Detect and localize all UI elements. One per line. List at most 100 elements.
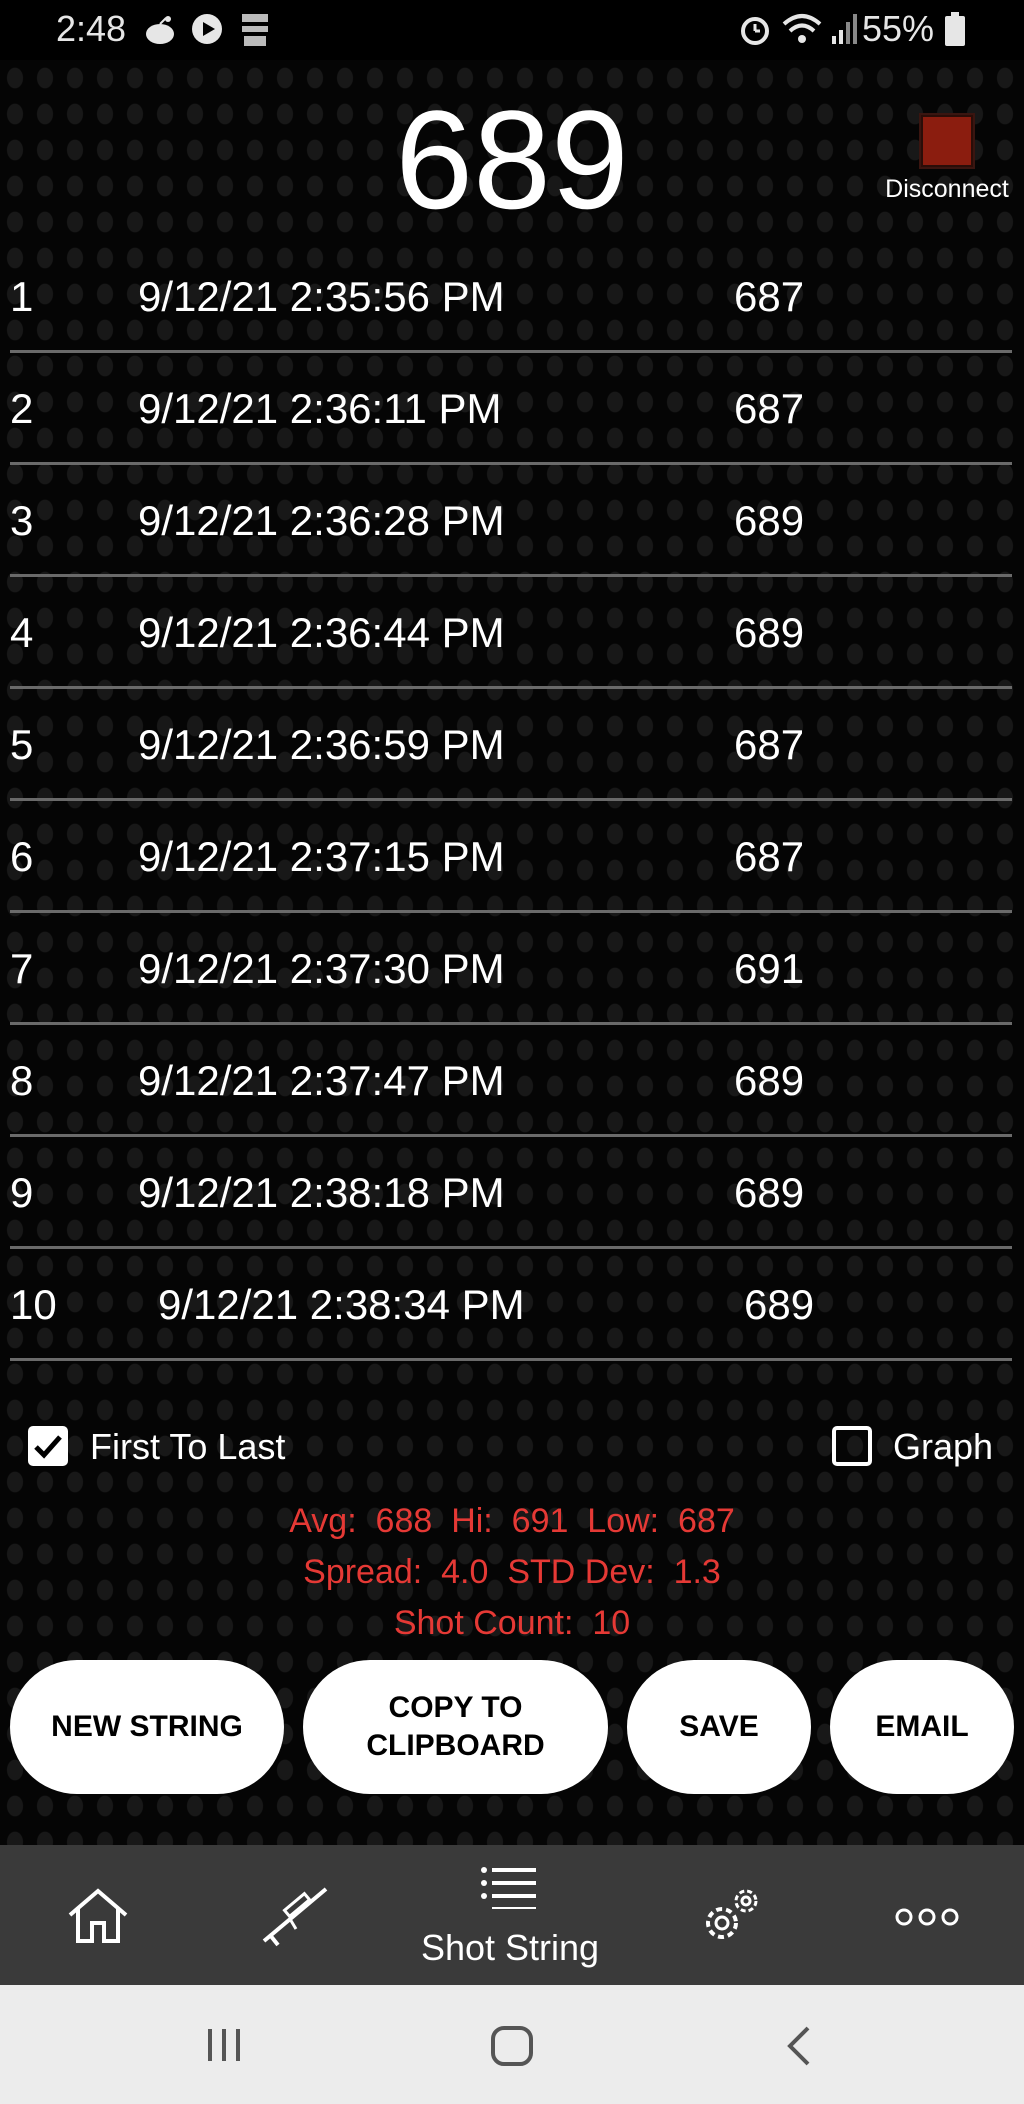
battery-icon	[945, 12, 965, 46]
new-string-label: NEW STRING	[51, 1710, 243, 1743]
shot-row[interactable]: 8 9/12/21 2:37:47 PM 689	[10, 1025, 1012, 1137]
shot-velocity: 689	[734, 497, 805, 544]
shot-velocity: 687	[734, 385, 805, 432]
shot-row[interactable]: 5 9/12/21 2:36:59 PM 687	[10, 689, 1012, 801]
shot-timestamp: 9/12/21 2:37:47 PM	[138, 1057, 505, 1104]
list-icon	[481, 1867, 536, 1909]
shot-index: 10	[10, 1281, 57, 1328]
low-label: Low:	[587, 1502, 660, 1540]
shot-index: 8	[10, 1057, 34, 1104]
shot-row[interactable]: 10 9/12/21 2:38:34 PM 689	[10, 1249, 1012, 1361]
status-time: 2:48	[56, 8, 127, 49]
controls-panel: First To Last Graph Avg: 688 Hi: 691 Low…	[0, 1420, 1024, 1642]
avg-value: 688	[375, 1502, 433, 1540]
shot-timestamp: 9/12/21 2:36:59 PM	[138, 721, 505, 768]
nav-shot-string[interactable]: Shot String	[380, 1845, 640, 1985]
shot-velocity: 687	[734, 273, 805, 320]
shot-timestamp: 9/12/21 2:37:15 PM	[138, 833, 505, 880]
disconnect-button[interactable]: Disconnect	[882, 115, 1012, 204]
shot-velocity: 691	[734, 945, 805, 992]
shot-velocity: 689	[734, 1057, 805, 1104]
shot-index: 6	[10, 833, 34, 880]
shot-index: 4	[10, 609, 34, 656]
shot-index: 2	[10, 385, 34, 432]
system-nav-bar	[0, 1985, 1024, 2104]
settings-gears-icon	[706, 1889, 758, 1939]
copy-to-clipboard-button[interactable]: COPY TO CLIPBOARD	[303, 1660, 608, 1794]
current-velocity: 689	[395, 81, 629, 238]
save-label: SAVE	[679, 1710, 759, 1743]
email-label: EMAIL	[875, 1710, 969, 1743]
shot-velocity: 687	[734, 833, 805, 880]
wifi-icon	[782, 14, 822, 43]
action-buttons: NEW STRING COPY TO CLIPBOARD SAVE EMAIL	[0, 1660, 1024, 1794]
nav-settings[interactable]	[682, 1845, 778, 1985]
options-row: First To Last Graph	[0, 1420, 1024, 1480]
shot-timestamp: 9/12/21 2:36:44 PM	[138, 609, 505, 656]
shot-row[interactable]: 3 9/12/21 2:36:28 PM 689	[10, 465, 1012, 577]
status-bar: 2:48 55%	[0, 0, 1024, 60]
shot-timestamp: 9/12/21 2:35:56 PM	[138, 273, 505, 320]
signal-icon	[832, 14, 857, 44]
shot-row[interactable]: 6 9/12/21 2:37:15 PM 687	[10, 801, 1012, 913]
app-icon	[242, 14, 268, 46]
reddit-icon	[146, 16, 174, 44]
shot-velocity: 687	[734, 721, 805, 768]
nav-rifle[interactable]	[246, 1845, 342, 1985]
first-to-last-label[interactable]: First To Last	[90, 1426, 285, 1468]
connection-indicator-icon	[921, 115, 973, 167]
std-dev-label: STD Dev:	[507, 1553, 655, 1591]
shot-timestamp: 9/12/21 2:36:11 PM	[138, 385, 502, 432]
stats-line-1: Avg: 688 Hi: 691 Low: 687	[0, 1496, 1024, 1547]
graph-checkbox[interactable]	[832, 1426, 872, 1466]
shot-list: 1 9/12/21 2:35:56 PM 687 2 9/12/21 2:36:…	[10, 241, 1012, 1361]
shot-row[interactable]: 2 9/12/21 2:36:11 PM 687	[10, 353, 1012, 465]
shot-velocity: 689	[744, 1281, 815, 1328]
graph-label[interactable]: Graph	[893, 1426, 993, 1468]
more-dots-icon	[895, 1908, 959, 1926]
checkmark-icon	[34, 1435, 62, 1459]
home-icon	[68, 1888, 128, 1943]
copy-label-line2: CLIPBOARD	[366, 1729, 545, 1762]
std-dev-value: 1.3	[673, 1553, 721, 1591]
stats-line-2: Spread: 4.0 STD Dev: 1.3	[0, 1547, 1024, 1598]
avg-label: Avg:	[289, 1502, 357, 1540]
disconnect-label: Disconnect	[885, 175, 1009, 203]
shot-count-value: 10	[592, 1604, 631, 1642]
email-button[interactable]: EMAIL	[830, 1660, 1014, 1794]
low-value: 687	[678, 1502, 735, 1540]
shot-index: 5	[10, 721, 34, 768]
stats-line-3: Shot Count: 10	[0, 1598, 1024, 1649]
shot-row[interactable]: 7 9/12/21 2:37:30 PM 691	[10, 913, 1012, 1025]
shot-velocity: 689	[734, 1169, 805, 1216]
recents-icon[interactable]	[204, 2027, 244, 2063]
shot-timestamp: 9/12/21 2:36:28 PM	[138, 497, 505, 544]
shot-count-label: Shot Count:	[393, 1604, 574, 1642]
battery-percent: 55%	[861, 8, 934, 49]
nav-more[interactable]	[880, 1845, 976, 1985]
first-to-last-checkbox[interactable]	[28, 1426, 68, 1466]
shot-index: 9	[10, 1169, 34, 1216]
shot-index: 1	[10, 273, 34, 320]
rifle-icon	[262, 1887, 328, 1947]
hi-value: 691	[511, 1502, 569, 1540]
shot-row[interactable]: 9 9/12/21 2:38:18 PM 689	[10, 1137, 1012, 1249]
back-icon[interactable]	[784, 2025, 814, 2067]
chrono-header: 689 Disconnect	[0, 60, 1024, 245]
play-icon	[192, 14, 222, 44]
alarm-icon	[741, 17, 769, 45]
shot-timestamp: 9/12/21 2:38:18 PM	[138, 1169, 505, 1216]
bottom-nav: Shot String	[0, 1845, 1024, 1985]
stats-summary: Avg: 688 Hi: 691 Low: 687 Spread: 4.0 ST…	[0, 1496, 1024, 1649]
nav-home[interactable]	[50, 1845, 146, 1985]
shot-index: 3	[10, 497, 34, 544]
spread-label: Spread:	[303, 1553, 423, 1591]
shot-row[interactable]: 4 9/12/21 2:36:44 PM 689	[10, 577, 1012, 689]
new-string-button[interactable]: NEW STRING	[10, 1660, 284, 1794]
shot-velocity: 689	[734, 609, 805, 656]
shot-row[interactable]: 1 9/12/21 2:35:56 PM 687	[10, 241, 1012, 353]
shot-timestamp: 9/12/21 2:37:30 PM	[138, 945, 505, 992]
home-button-icon[interactable]	[490, 2025, 534, 2067]
shot-timestamp: 9/12/21 2:38:34 PM	[158, 1281, 525, 1328]
save-button[interactable]: SAVE	[627, 1660, 811, 1794]
